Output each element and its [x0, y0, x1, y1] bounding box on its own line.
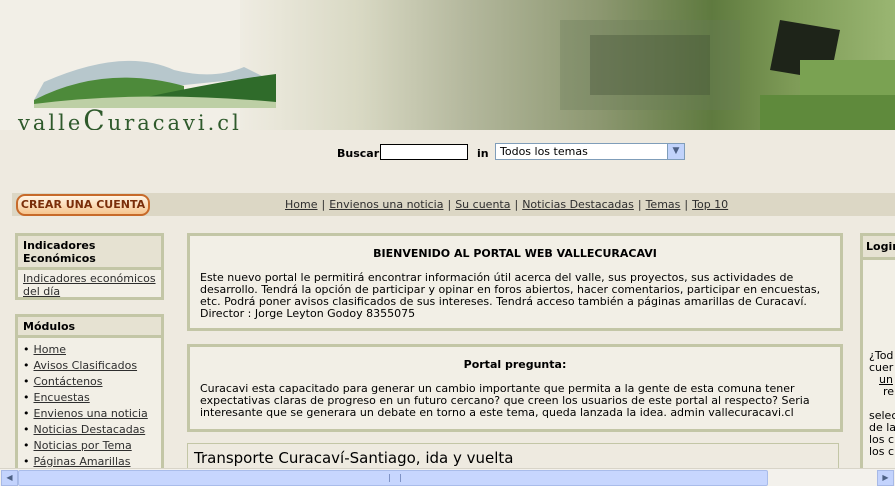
logo-suffix: uracavi.cl	[107, 111, 242, 130]
nav-separator: |	[321, 198, 326, 211]
nav-link-featured[interactable]: Noticias Destacadas	[522, 198, 634, 211]
welcome-text: Este nuevo portal le permitirá encontrar…	[200, 271, 821, 320]
question-title: Portal pregunta:	[463, 358, 567, 371]
login-line: los c	[869, 445, 895, 458]
nav-bar: CREAR UNA CUENTA Home | Envienos una notic…	[12, 193, 895, 216]
module-link-classifieds[interactable]: Avisos Clasificados	[34, 359, 138, 372]
nav-separator: |	[637, 198, 642, 211]
logo-prefix: valle	[18, 111, 84, 130]
nav-links: Home | Envienos una noticia | Su cuenta | Noti…	[285, 198, 728, 211]
indicators-body: Indicadores económicos del día	[18, 270, 161, 300]
login-box: Login ¿Tod cuer un re selec de la los c …	[860, 233, 895, 468]
search-in-label: in	[477, 147, 489, 160]
modules-list: • Home • Avisos Clasificados • Contáctenos …	[23, 342, 156, 468]
site-logo-text: valleCuracavi.cl	[18, 104, 242, 130]
search-bar: Buscar in Todos los temas ▼	[0, 143, 895, 163]
indicators-box: Indicadores Económicos Indicadores econó…	[15, 233, 164, 300]
scroll-right-icon[interactable]: ▶	[877, 470, 894, 486]
scrollbar-thumb[interactable]	[18, 470, 768, 486]
horizontal-scrollbar[interactable]: ◀ ▶	[0, 468, 895, 486]
grip-icon	[389, 474, 401, 482]
module-link-send-news[interactable]: Envienos una noticia	[34, 407, 148, 420]
module-link-news-by-topic[interactable]: Noticias por Tema	[34, 439, 132, 452]
list-item: • Noticias Destacadas	[23, 422, 156, 438]
login-text: ¿Tod cuer un re selec de la los c los c	[863, 350, 895, 458]
nav-separator: |	[447, 198, 452, 211]
create-account-button[interactable]: CREAR UNA CUENTA	[16, 194, 150, 216]
nav-link-topics[interactable]: Temas	[646, 198, 681, 211]
bullet: •	[23, 359, 30, 372]
nav-link-top10[interactable]: Top 10	[692, 198, 728, 211]
scroll-left-icon[interactable]: ◀	[1, 470, 18, 486]
list-item: • Encuestas	[23, 390, 156, 406]
list-item: • Envienos una noticia	[23, 406, 156, 422]
bullet: •	[23, 391, 30, 404]
bullet: •	[23, 423, 30, 436]
list-item: • Noticias por Tema	[23, 438, 156, 454]
banner-photo	[240, 0, 895, 130]
modules-title: Módulos	[18, 317, 161, 338]
welcome-title: BIENVENIDO AL PORTAL WEB VALLECURACAVI	[373, 247, 657, 260]
indicators-title: Indicadores Económicos	[18, 236, 161, 270]
bullet: •	[23, 439, 30, 452]
module-link-featured[interactable]: Noticias Destacadas	[34, 423, 146, 436]
search-input[interactable]	[380, 144, 468, 160]
nav-separator: |	[514, 198, 519, 211]
page: valleCuracavi.cl Buscar in Todos los tem…	[0, 0, 895, 468]
question-box: Portal pregunta: Curacavi esta capacitad…	[187, 344, 843, 432]
question-text: Curacavi esta capacitado para generar un…	[200, 382, 810, 419]
article-title[interactable]: Transporte Curacaví-Santiago, ida y vuel…	[194, 449, 513, 467]
welcome-box: BIENVENIDO AL PORTAL WEB VALLECURACAVI E…	[187, 233, 843, 331]
login-title: Login	[863, 236, 895, 260]
module-link-yellow-pages[interactable]: Páginas Amarillas	[34, 455, 131, 468]
modules-box: Módulos • Home • Avisos Clasificados • Cont…	[15, 314, 164, 468]
list-item: • Páginas Amarillas	[23, 454, 156, 468]
nav-link-account[interactable]: Su cuenta	[455, 198, 510, 211]
list-item: • Avisos Clasificados	[23, 358, 156, 374]
indicators-link[interactable]: Indicadores económicos del día	[23, 272, 156, 298]
nav-separator: |	[684, 198, 689, 211]
logo-initial: C	[83, 104, 108, 130]
login-line: re	[883, 385, 895, 398]
nav-link-home[interactable]: Home	[285, 198, 317, 211]
module-link-home[interactable]: Home	[34, 343, 66, 356]
topic-select[interactable]: Todos los temas ▼	[495, 143, 685, 160]
modules-body: • Home • Avisos Clasificados • Contáctenos …	[18, 338, 161, 468]
topic-select-value: Todos los temas	[500, 145, 588, 158]
bullet: •	[23, 455, 30, 468]
list-item: • Contáctenos	[23, 374, 156, 390]
bullet: •	[23, 343, 30, 356]
bullet: •	[23, 375, 30, 388]
module-link-contact[interactable]: Contáctenos	[34, 375, 103, 388]
list-item: • Home	[23, 342, 156, 358]
module-link-polls[interactable]: Encuestas	[34, 391, 90, 404]
nav-link-send-news[interactable]: Envienos una noticia	[329, 198, 443, 211]
search-label: Buscar	[337, 147, 380, 160]
bullet: •	[23, 407, 30, 420]
header-banner: valleCuracavi.cl	[0, 0, 895, 130]
chevron-down-icon[interactable]: ▼	[667, 144, 684, 159]
